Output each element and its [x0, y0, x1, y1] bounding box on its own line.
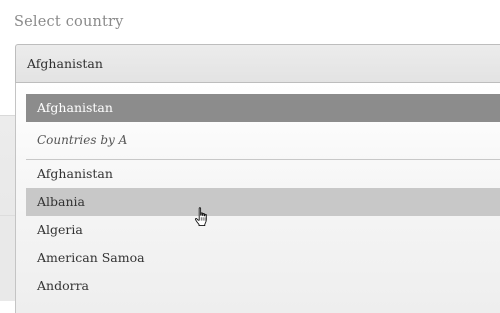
option-albania[interactable]: Albania: [26, 188, 500, 216]
option-american-samoa[interactable]: American Samoa: [26, 244, 500, 272]
option-afghanistan[interactable]: Afghanistan: [26, 160, 500, 188]
country-field-label: Select country: [14, 14, 124, 30]
country-select[interactable]: Afghanistan: [15, 44, 500, 83]
hand-pointer-icon: [194, 207, 207, 227]
dropdown-selected-item[interactable]: Afghanistan: [26, 94, 500, 122]
option-algeria[interactable]: Algeria: [26, 216, 500, 244]
dropdown-group-label: Countries by A: [26, 124, 500, 160]
option-andorra[interactable]: Andorra: [26, 272, 500, 300]
country-dropdown-list[interactable]: Afghanistan Countries by A Afghanistan A…: [15, 83, 500, 313]
country-select-value: Afghanistan: [27, 56, 103, 71]
